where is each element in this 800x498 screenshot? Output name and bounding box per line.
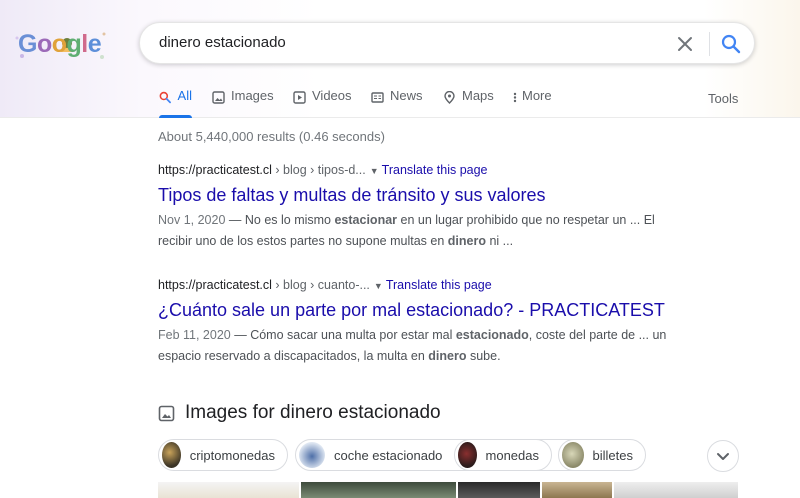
result-snippet: Nov 1, 2020 — No es lo mismo estacionar … (158, 210, 688, 252)
result-stats: About 5,440,000 results (0.46 seconds) (158, 129, 385, 144)
snippet-highlight: estacionar (334, 213, 398, 227)
chip-thumbnail (458, 442, 477, 468)
snippet-text: ni ... (485, 234, 514, 248)
images-section-header: Images for dinero estacionado (158, 402, 441, 424)
search-input[interactable] (159, 34, 639, 51)
image-result-thumbnail[interactable] (458, 482, 540, 498)
image-result-thumbnail[interactable] (614, 482, 738, 498)
snippet-text: sube. (466, 349, 501, 363)
image-result-thumbnail[interactable] (301, 482, 456, 498)
caret-down-icon[interactable]: ▼ (370, 166, 379, 176)
search-result: https://practicatest.cl › blog › cuanto-… (158, 278, 688, 367)
map-pin-icon (444, 91, 455, 104)
translate-link[interactable]: Translate this page (382, 163, 488, 177)
result-title-link[interactable]: ¿Cuánto sale un parte por mal estacionad… (158, 298, 688, 322)
search-box (139, 22, 755, 64)
snippet-highlight: dinero (428, 349, 467, 363)
chip-thumbnail (562, 442, 584, 468)
tab-label: All (177, 88, 192, 103)
tab-all[interactable]: All (159, 88, 192, 118)
search-result: https://practicatest.cl › blog › tipos-d… (158, 163, 688, 252)
tab-more[interactable]: More (512, 88, 552, 118)
image-result-thumbnail[interactable] (158, 482, 299, 498)
search-divider (709, 32, 710, 56)
result-domain[interactable]: https://practicatest.cl (158, 278, 272, 292)
chip-label: billetes (592, 447, 633, 463)
tab-maps[interactable]: Maps (443, 88, 494, 118)
result-snippet: Feb 11, 2020 — Cómo sacar una multa por … (158, 325, 688, 367)
more-vert-icon (513, 92, 517, 103)
image-icon (212, 91, 225, 104)
tab-images[interactable]: Images (212, 88, 274, 118)
search-icon[interactable] (720, 33, 742, 55)
tab-label: News (390, 88, 423, 103)
chip-label: criptomonedas (189, 447, 275, 463)
result-date: Nov 1, 2020 (158, 213, 226, 227)
result-title-link[interactable]: Tipos de faltas y multas de tránsito y s… (158, 183, 688, 207)
tab-label: Images (231, 88, 274, 103)
caret-down-icon[interactable]: ▼ (374, 281, 383, 291)
translate-link[interactable]: Translate this page (386, 278, 492, 292)
images-section-title: Images for dinero estacionado (185, 402, 441, 423)
result-path: › blog › cuanto-... (271, 278, 370, 292)
video-icon (293, 91, 306, 104)
chip-thumbnail (299, 442, 325, 468)
chip-label: monedas (485, 447, 539, 463)
result-citation: https://practicatest.cl › blog › tipos-d… (158, 163, 688, 177)
chip-thumbnail (162, 442, 181, 468)
tab-videos[interactable]: Videos (293, 88, 352, 118)
result-domain[interactable]: https://practicatest.cl (158, 163, 272, 177)
search-icon (159, 91, 171, 104)
chip-label: coche estacionado (334, 447, 443, 463)
tab-label: More (522, 88, 552, 103)
snippet-text: — No es lo mismo (225, 213, 335, 227)
snippet-highlight: dinero (447, 234, 486, 248)
chip-monedas[interactable]: monedas (454, 439, 552, 471)
tools-button[interactable]: Tools (708, 91, 738, 106)
snippet-highlight: estacionado (455, 328, 529, 342)
result-citation: https://practicatest.cl › blog › cuanto-… (158, 278, 688, 292)
tab-news[interactable]: News (371, 88, 423, 118)
image-result-thumbnail[interactable] (542, 482, 612, 498)
result-date: Feb 11, 2020 (158, 328, 231, 342)
chip-billetes[interactable]: billetes (558, 439, 646, 471)
close-icon[interactable] (675, 34, 695, 54)
snippet-text: — Cómo sacar una multa por estar mal (230, 328, 456, 342)
chevron-down-icon (717, 453, 729, 460)
image-icon (158, 405, 175, 421)
news-icon (371, 92, 384, 103)
result-path: › blog › tipos-d... (271, 163, 366, 177)
chip-criptomonedas[interactable]: criptomonedas (158, 439, 288, 471)
tab-label: Maps (462, 88, 494, 103)
google-logo[interactable]: Google (18, 30, 102, 59)
chips-next-button[interactable] (707, 440, 739, 472)
tab-label: Videos (312, 88, 352, 103)
